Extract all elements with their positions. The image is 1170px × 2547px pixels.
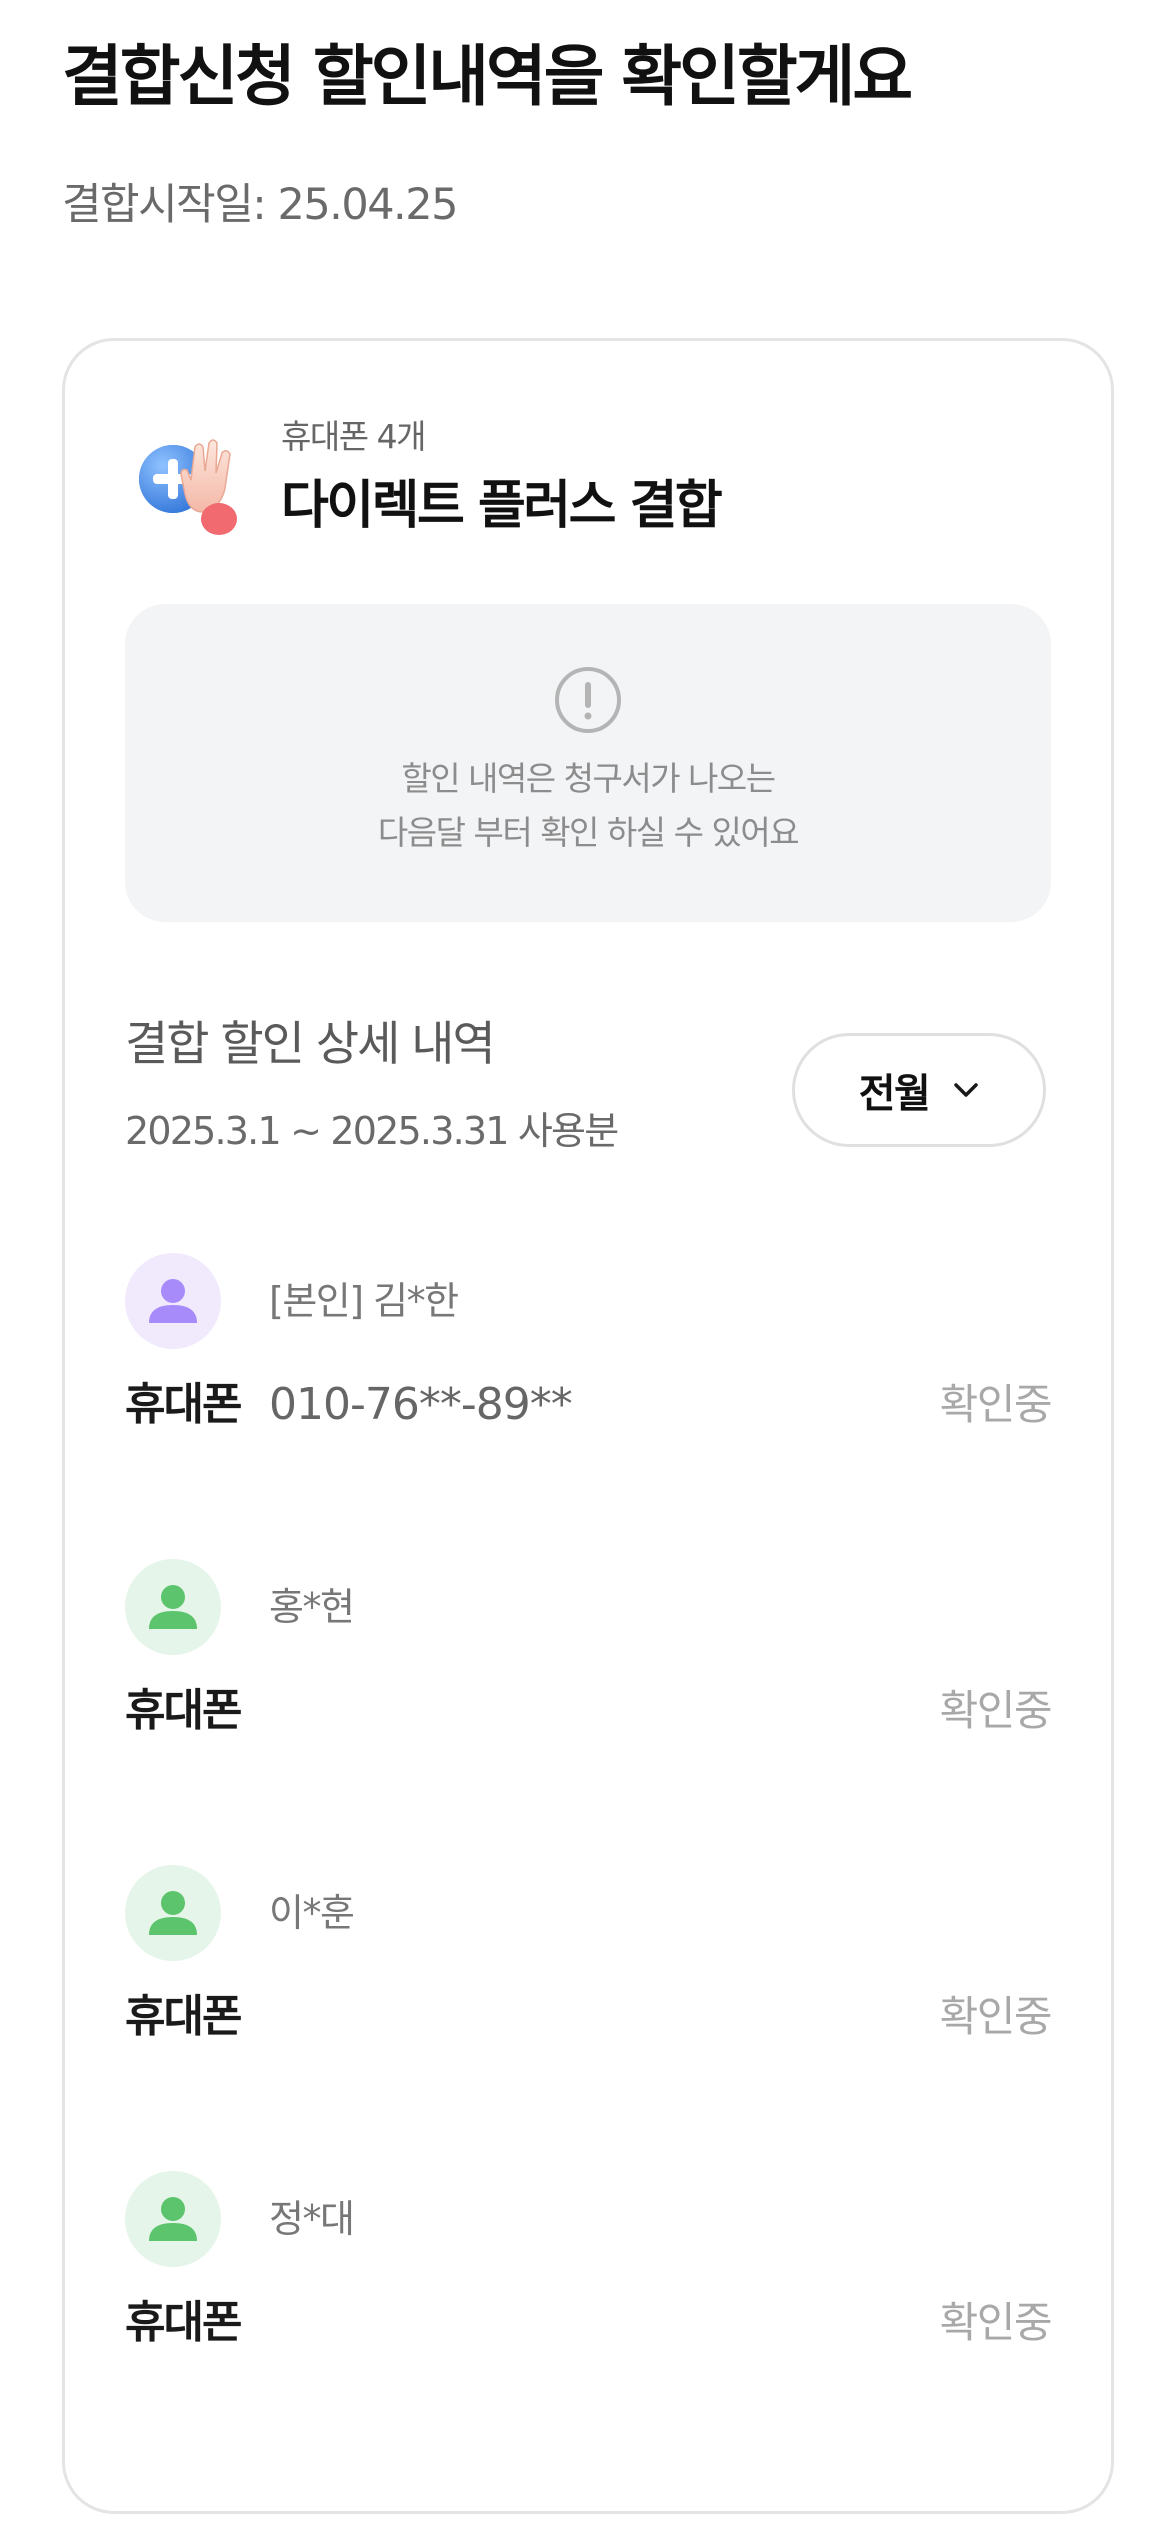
notice-box: 할인 내역은 청구서가 나오는 다음달 부터 확인 하실 수 있어요: [125, 604, 1051, 922]
device-type: 휴대폰: [125, 2297, 242, 2348]
person-icon: [149, 1585, 197, 1629]
period-select-label: 전월: [858, 1071, 931, 1117]
plan-name: 다이렉트 플러스 결합: [281, 476, 723, 536]
period-select-button[interactable]: 전월: [792, 1033, 1046, 1147]
page-title: 결합신청 할인내역을 확인할게요: [62, 38, 913, 115]
line-count: 휴대폰 4개: [281, 417, 426, 456]
discount-history-page: 결합신청 할인내역을 확인할게요 결합시작일: 25.04.25 휴대폰 4개: [0, 0, 1170, 2547]
bundle-card: 휴대폰 4개 다이렉트 플러스 결합 할인 내역은 청구서가 나오는 다음달 부…: [62, 338, 1114, 2514]
member-name: [본인] 김*한: [269, 1279, 459, 1323]
person-icon: [149, 1279, 197, 1323]
bundle-start-date: 결합시작일: 25.04.25: [62, 180, 458, 230]
device-type: 휴대폰: [125, 1991, 242, 2042]
device-type: 휴대폰: [125, 1685, 242, 1736]
member-name: 정*대: [269, 2197, 355, 2241]
person-icon: [149, 1891, 197, 1935]
exclamation-circle-icon: [555, 667, 621, 733]
phone-number: 010-76**-89**: [269, 1379, 573, 1430]
member-row: 홍*현 휴대폰 확인중: [125, 1559, 1053, 1749]
person-icon: [149, 2197, 197, 2241]
discount-status: 확인중: [939, 1686, 1053, 1735]
avatar: [125, 2171, 221, 2267]
discount-status: 확인중: [939, 1380, 1053, 1429]
member-row: 정*대 휴대폰 확인중: [125, 2171, 1053, 2361]
device-type: 휴대폰: [125, 1379, 242, 1430]
hand-plus-icon: [139, 439, 237, 535]
member-name: 홍*현: [269, 1585, 355, 1629]
discount-status: 확인중: [939, 2298, 1053, 2347]
notice-text-line1: 할인 내역은 청구서가 나오는: [401, 759, 776, 798]
avatar: [125, 1865, 221, 1961]
member-name: 이*훈: [269, 1891, 355, 1935]
detail-section-title: 결합 할인 상세 내역: [125, 1017, 496, 1072]
discount-status: 확인중: [939, 1992, 1053, 2041]
avatar: [125, 1253, 221, 1349]
usage-period: 2025.3.1 ~ 2025.3.31 사용분: [125, 1109, 619, 1153]
notice-text-line2: 다음달 부터 확인 하실 수 있어요: [377, 813, 800, 852]
avatar: [125, 1559, 221, 1655]
member-row: 이*훈 휴대폰 확인중: [125, 1865, 1053, 2055]
member-row: [본인] 김*한 휴대폰 010-76**-89** 확인중: [125, 1253, 1053, 1443]
chevron-down-icon: [954, 1083, 979, 1097]
